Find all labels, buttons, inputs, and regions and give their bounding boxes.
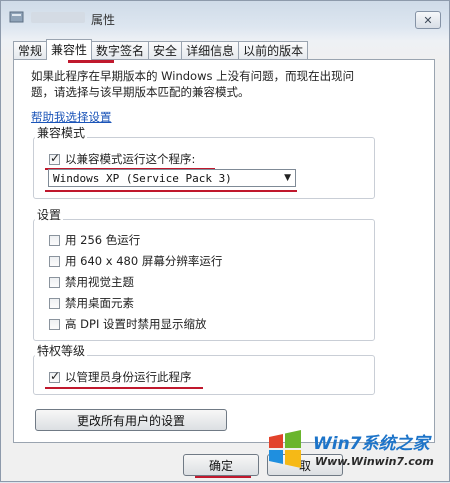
- option-disable-visual-themes-checkbox[interactable]: [49, 277, 60, 288]
- watermark-brand: Win7系统之家: [313, 434, 430, 454]
- help-me-choose-link[interactable]: 帮助我选择设置: [31, 109, 112, 125]
- windows-logo-icon: [269, 430, 301, 468]
- tab-details[interactable]: 详细信息: [181, 41, 240, 59]
- intro-text: 如果此程序在早期版本的 Windows 上没有问题，而现在出现问 题，请选择与该…: [31, 68, 411, 100]
- ok-button-underline: [195, 476, 251, 478]
- properties-dialog: 属性 ✕ 常规 兼容性 数字签名 安全 详细信息 以前的版本 如果此程序在早期版…: [0, 0, 450, 482]
- intro-line-2: 题，请选择与该早期版本匹配的兼容模式。: [31, 85, 250, 99]
- privilege-group-title: 特权等级: [35, 344, 88, 358]
- run-as-admin-label: 以管理员身份运行此程序: [65, 370, 192, 384]
- tab-highlight-underline: [68, 60, 114, 63]
- run-as-admin-underline: [45, 387, 203, 389]
- close-button[interactable]: ✕: [415, 11, 441, 29]
- tab-security[interactable]: 安全: [148, 41, 183, 59]
- app-icon: [9, 11, 24, 23]
- tab-strip: 常规 兼容性 数字签名 安全 详细信息 以前的版本: [13, 39, 309, 60]
- option-disable-dpi-scaling-checkbox[interactable]: [49, 319, 60, 330]
- close-icon: ✕: [423, 13, 433, 27]
- run-as-admin-checkbox[interactable]: [49, 369, 60, 383]
- option-256-colors-checkbox[interactable]: [49, 235, 60, 246]
- program-name-blurred: [31, 12, 85, 23]
- option-256-colors-label: 用 256 色运行: [65, 233, 141, 247]
- option-disable-visual-themes-label: 禁用视觉主题: [65, 275, 134, 289]
- compat-mode-group-title: 兼容模式: [35, 126, 88, 140]
- tab-digital-signatures[interactable]: 数字签名: [91, 41, 150, 59]
- site-watermark: Win7系统之家 Www.Winwin7.com: [263, 421, 450, 483]
- title-bar: 属性 ✕: [1, 1, 449, 37]
- option-disable-desktop-composition-checkbox[interactable]: [49, 298, 60, 309]
- intro-line-1: 如果此程序在早期版本的 Windows 上没有问题，而现在出现问: [31, 69, 355, 83]
- dropdown-arrow-icon: ▼: [284, 173, 291, 183]
- tab-compatibility[interactable]: 兼容性: [46, 39, 93, 60]
- os-version-selected: Windows XP (Service Pack 3): [53, 172, 232, 185]
- option-disable-dpi-scaling-label: 高 DPI 设置时禁用显示缩放: [65, 317, 207, 331]
- option-640x480-label: 用 640 x 480 屏幕分辨率运行: [65, 254, 223, 268]
- change-settings-all-users-button[interactable]: 更改所有用户的设置: [35, 409, 227, 431]
- settings-group-title: 设置: [35, 208, 64, 222]
- ok-button[interactable]: 确定: [183, 454, 259, 476]
- window-title: 属性: [91, 13, 116, 27]
- option-disable-desktop-composition-label: 禁用桌面元素: [65, 296, 134, 310]
- watermark-url: Www.Winwin7.com: [315, 455, 434, 468]
- os-version-select[interactable]: Windows XP (Service Pack 3) ▼: [48, 169, 296, 187]
- os-select-underline: [45, 190, 297, 192]
- tab-general[interactable]: 常规: [13, 41, 48, 59]
- compat-mode-checkbox[interactable]: [49, 151, 60, 165]
- compat-mode-checkbox-label: 以兼容模式运行这个程序:: [65, 152, 196, 166]
- tab-previous-versions[interactable]: 以前的版本: [238, 41, 309, 59]
- option-640x480-checkbox[interactable]: [49, 256, 60, 267]
